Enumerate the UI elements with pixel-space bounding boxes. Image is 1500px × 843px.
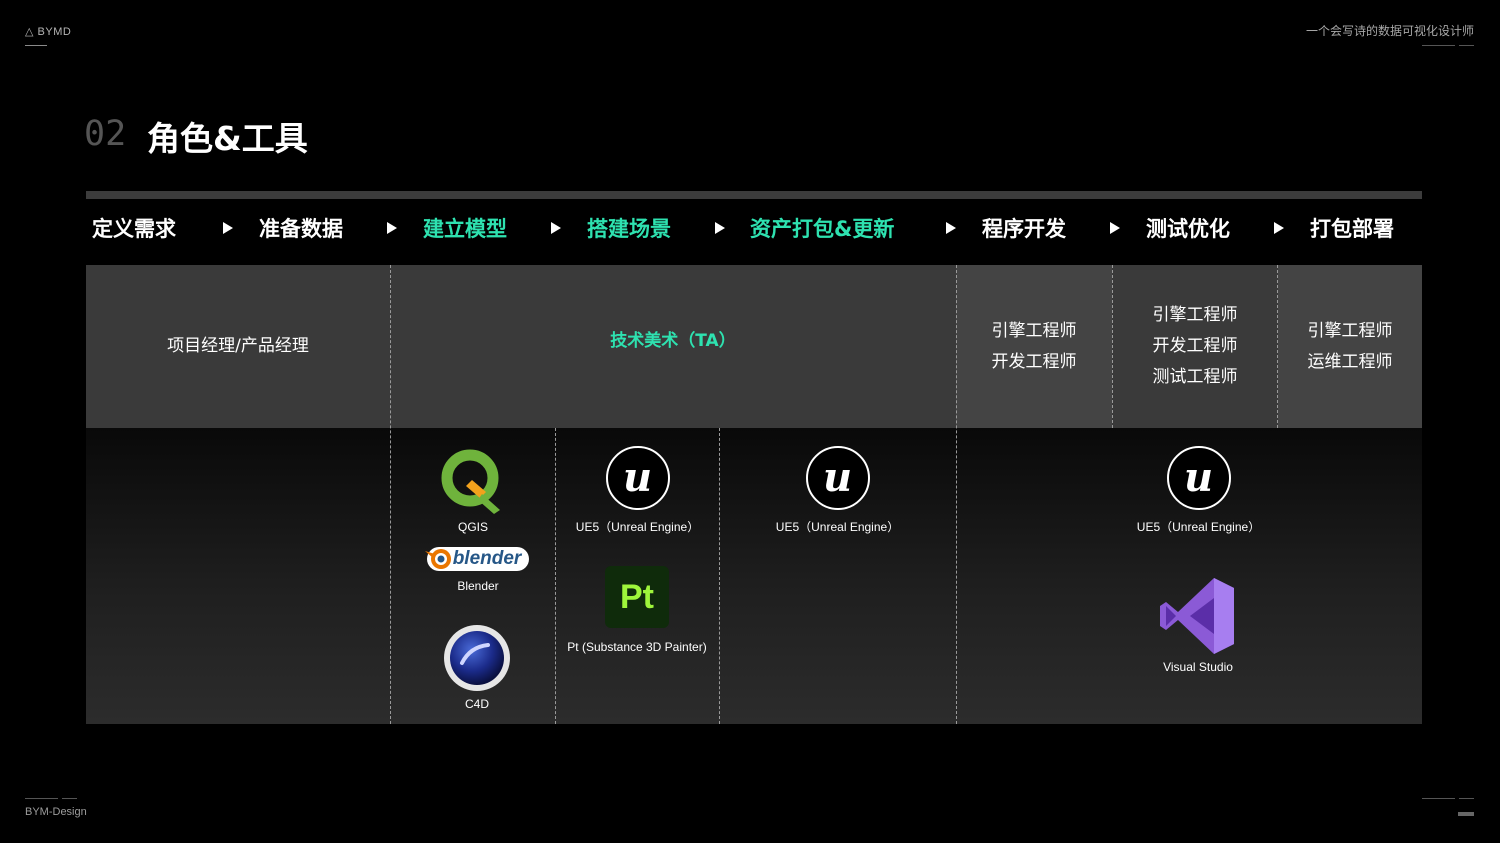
step-package-deploy: 打包部署 <box>1310 217 1394 241</box>
qgis-icon <box>441 449 500 514</box>
dashed-divider <box>1277 265 1278 428</box>
divider <box>1459 45 1474 46</box>
divider <box>1422 45 1455 46</box>
step-build-model: 建立模型 <box>423 217 507 241</box>
dashed-divider <box>390 265 391 724</box>
role-label: 测试工程师 <box>1152 367 1238 387</box>
tool-label: Visual Studio <box>1163 660 1233 674</box>
process-header-bar <box>86 191 1422 199</box>
substance-painter-icon: Pt <box>605 566 669 628</box>
tool-ue5-scene: u UE5（Unreal Engine） <box>560 446 715 535</box>
triangle-icon: △ <box>25 26 38 38</box>
step-program-development: 程序开发 <box>982 217 1066 241</box>
footer-brand: BYM-Design <box>25 806 87 818</box>
step-prepare-data: 准备数据 <box>259 217 343 241</box>
tool-label: QGIS <box>457 520 488 534</box>
arrow-right-icon <box>946 222 956 234</box>
dashed-divider <box>555 428 556 724</box>
unreal-engine-icon: u <box>1166 446 1231 510</box>
brand-logo: △ BYMD <box>25 25 71 38</box>
dashed-divider <box>719 428 720 724</box>
tagline: 一个会写诗的数据可视化设计师 <box>1305 24 1474 38</box>
divider <box>1422 798 1455 799</box>
role-label: 开发工程师 <box>991 351 1077 372</box>
step-asset-package-update: 资产打包&更新 <box>750 217 895 241</box>
role-label: 引擎工程师 <box>991 320 1077 341</box>
step-define-requirements: 定义需求 <box>92 217 176 241</box>
arrow-right-icon <box>387 222 397 234</box>
step-test-optimize: 测试优化 <box>1146 217 1230 241</box>
blender-icon: blender <box>424 547 530 571</box>
visual-studio-icon <box>1160 578 1234 654</box>
divider <box>62 798 77 799</box>
c4d-icon <box>444 625 510 691</box>
dashed-divider <box>956 265 957 724</box>
roles-row: 项目经理/产品经理 技术美术（TA） 引擎工程师 开发工程师 引擎工程师 开发工… <box>86 265 1422 428</box>
arrow-right-icon <box>551 222 561 234</box>
tool-label: UE5（Unreal Engine） <box>575 520 700 534</box>
page-title: 角色&工具 <box>147 119 308 158</box>
arrow-right-icon <box>1274 222 1284 234</box>
role-label: 引擎工程师 <box>1152 305 1238 325</box>
tool-label: Blender <box>457 579 499 593</box>
divider <box>25 798 58 799</box>
tool-label: Pt (Substance 3D Painter) <box>567 640 707 654</box>
role-label: 项目经理/产品经理 <box>167 336 309 356</box>
tool-c4d: C4D <box>437 623 517 711</box>
tool-ue5-dev: u UE5（Unreal Engine） <box>1121 446 1276 535</box>
tool-label: C4D <box>464 697 489 711</box>
arrow-right-icon <box>715 222 725 234</box>
unreal-engine-icon: u <box>805 446 870 510</box>
divider <box>25 45 47 46</box>
tool-ue5-package: u UE5（Unreal Engine） <box>760 446 915 535</box>
role-label: 开发工程师 <box>1152 336 1238 356</box>
role-dev: 引擎工程师 开发工程师 <box>956 265 1112 428</box>
tool-visual-studio: Visual Studio <box>1148 576 1248 674</box>
tool-qgis: QGIS <box>428 446 518 534</box>
arrow-right-icon <box>1110 222 1120 234</box>
section-number: 02 <box>84 114 127 154</box>
brand-logo-text: BYMD <box>37 26 72 38</box>
unreal-engine-icon: u <box>605 446 670 510</box>
role-label: 技术美术（TA） <box>610 331 736 351</box>
role-label: 运维工程师 <box>1307 351 1393 372</box>
tool-label: UE5（Unreal Engine） <box>1136 520 1261 534</box>
divider <box>1459 798 1474 799</box>
role-test: 引擎工程师 开发工程师 测试工程师 <box>1112 265 1278 428</box>
tool-label: UE5（Unreal Engine） <box>775 520 900 534</box>
role-deploy: 引擎工程师 运维工程师 <box>1278 265 1422 428</box>
page-indicator <box>1458 812 1474 816</box>
step-build-scene: 搭建场景 <box>587 217 671 241</box>
blender-logo-text: blender <box>452 548 522 569</box>
role-label: 引擎工程师 <box>1307 320 1393 341</box>
tool-substance-painter: Pt Pt (Substance 3D Painter) <box>557 566 717 654</box>
tool-blender: blender Blender <box>408 547 548 593</box>
arrow-right-icon <box>223 222 233 234</box>
role-pm: 项目经理/产品经理 <box>86 265 390 428</box>
role-ta: 技术美术（TA） <box>390 265 956 428</box>
dashed-divider <box>1112 265 1113 428</box>
